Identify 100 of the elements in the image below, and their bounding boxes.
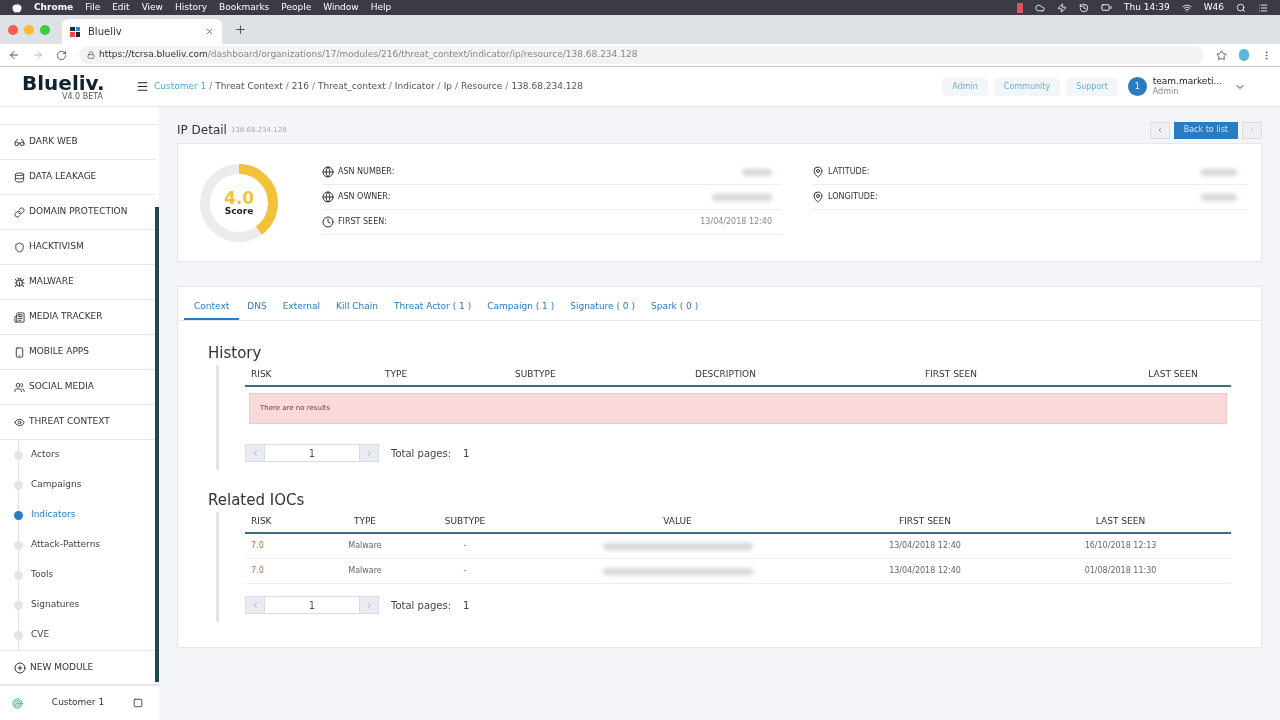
breadcrumb-item: Indicator <box>394 79 435 93</box>
menu-item[interactable]: File <box>85 0 101 15</box>
table-cell-text: 13/04/2018 12:40 <box>888 565 962 577</box>
breadcrumb-item: 216 <box>291 79 309 93</box>
blurred-value <box>742 168 772 176</box>
column-header: RISK <box>250 368 273 382</box>
smartphone-icon <box>14 346 25 358</box>
table-cell-text: 13/04/2018 12:40 <box>888 540 962 552</box>
field-label: FIRST SEEN: <box>338 216 388 228</box>
detail-tab[interactable]: DNS <box>239 296 275 320</box>
globe-icon <box>322 166 334 178</box>
detail-tab[interactable]: External <box>274 296 328 320</box>
score-value: 4.0 <box>223 190 255 207</box>
page-title: IP Detail <box>177 122 227 139</box>
column-header: FIRST SEEN <box>925 368 978 382</box>
bookmark-star-icon[interactable] <box>1216 49 1227 61</box>
page-field[interactable]: 1 <box>265 596 359 614</box>
sidebar-module-item[interactable]: DARK WEB <box>0 125 155 160</box>
table-cell-text: - <box>462 540 468 552</box>
menu-item[interactable]: Help <box>370 0 392 15</box>
new-tab-icon[interactable] <box>234 23 247 36</box>
apple-icon[interactable] <box>12 2 22 13</box>
clock-icon[interactable] <box>1078 2 1089 13</box>
sidebar-sub-item[interactable]: Actors <box>31 448 60 462</box>
menu-item[interactable]: Window <box>323 0 359 15</box>
menu-item[interactable]: Bookmarks <box>219 0 270 15</box>
field-label: ASN OWNER: <box>338 191 392 203</box>
reload-icon[interactable] <box>56 49 67 61</box>
detail-tab[interactable]: Spark ( 0 ) <box>642 296 707 320</box>
back-icon[interactable] <box>8 49 20 61</box>
menu-icon[interactable] <box>136 80 149 93</box>
breadcrumb-item: Ip <box>443 79 452 93</box>
sidebar-sub-item[interactable]: Attack-Patterns <box>31 538 101 552</box>
clock-icon <box>322 216 334 228</box>
sidebar-module-item[interactable]: HACKTIVISM <box>0 230 155 265</box>
menu-item[interactable]: History <box>175 0 207 15</box>
cloud-icon[interactable] <box>1034 2 1045 13</box>
battery-icon[interactable] <box>1100 2 1112 13</box>
detail-tab[interactable]: Kill Chain <box>328 296 386 320</box>
user-avatar[interactable]: 1 <box>1127 77 1147 96</box>
wifi-icon[interactable] <box>1181 2 1192 13</box>
new-module-item[interactable]: NEW MODULE <box>0 650 159 685</box>
blurred-value <box>1201 193 1237 201</box>
column-header: FIRST SEEN <box>898 515 952 529</box>
address-bar[interactable]: https://tcrsa.blueliv.com/dashboard/organizations/17/modules/216/threat_context/indicator/ip/resource/138.68.234.128 <box>79 46 1204 64</box>
customer-selector[interactable]: Customer 1 <box>23 696 133 710</box>
sidebar-module-item[interactable]: THREAT CONTEXT <box>0 405 155 440</box>
field-value: 13/04/2018 12:40 <box>700 216 772 228</box>
menu-item[interactable]: People <box>281 0 312 15</box>
menu-item[interactable]: View <box>141 0 163 15</box>
sidebar-module-item[interactable]: DOMAIN PROTECTION <box>0 195 155 230</box>
menu-clock[interactable]: Thu 14:39 <box>1123 0 1170 15</box>
breadcrumb-separator: / <box>285 79 289 93</box>
sidebar-sub-item[interactable]: Campaigns <box>31 478 82 492</box>
list-icon[interactable] <box>1258 2 1268 13</box>
logo[interactable]: Blueliv. <box>22 72 150 93</box>
sidebar-module-item[interactable]: SOCIAL MEDIA <box>0 370 155 405</box>
browser-tab[interactable]: Blueliv <box>62 19 222 44</box>
extension-icon[interactable] <box>1239 49 1249 61</box>
chevron-right-icon <box>1248 126 1256 134</box>
detail-tab[interactable]: Signature ( 0 ) <box>562 296 643 320</box>
sidebar-module-item[interactable]: MOBILE APPS <box>0 335 155 370</box>
risk-cell-text: 7.0 <box>250 540 265 552</box>
globe-icon <box>322 191 334 203</box>
location-pin-icon <box>812 191 824 203</box>
bug-icon <box>14 276 25 288</box>
sidebar-module-item[interactable]: DATA LEAKAGE <box>0 160 155 195</box>
sidebar-sub-item[interactable]: Tools <box>31 568 54 582</box>
sidebar-sub-item[interactable]: Signatures <box>31 598 80 612</box>
add-icon <box>14 661 26 674</box>
breadcrumb-item: Threat_context <box>318 79 386 93</box>
link-icon <box>14 206 25 218</box>
detail-tab[interactable]: Campaign ( 1 ) <box>479 296 563 320</box>
sidebar-sub-item[interactable]: Indicators <box>31 508 76 522</box>
detail-tab[interactable]: Context <box>184 296 240 320</box>
detail-tab[interactable]: Threat Actor ( 1 ) <box>386 296 480 320</box>
search-icon[interactable] <box>1236 2 1246 13</box>
total-pages-count: 1 <box>463 446 470 461</box>
column-header: VALUE <box>662 515 693 529</box>
menu-item[interactable]: Edit <box>112 0 130 15</box>
eye-icon <box>14 416 25 428</box>
section-title: History <box>208 344 262 362</box>
expand-icon[interactable] <box>133 698 143 708</box>
location-pin-icon <box>812 166 824 178</box>
scrollbar-thumb[interactable] <box>155 207 159 682</box>
page-field[interactable]: 1 <box>265 444 359 462</box>
menu-app-name[interactable]: Chrome <box>34 0 74 15</box>
user-role: Admin <box>1152 87 1180 98</box>
week-number[interactable]: W46 <box>1203 0 1224 15</box>
back-to-list-button[interactable]: Back to list <box>1173 121 1238 139</box>
status-indicator-icon[interactable] <box>1016 2 1023 13</box>
sidebar-module-item[interactable]: MALWARE <box>0 265 155 300</box>
lightning-icon[interactable] <box>1056 2 1067 13</box>
close-tab-icon[interactable] <box>205 27 214 36</box>
sidebar-sub-item[interactable]: CVE <box>31 628 50 642</box>
sidebar-module-item[interactable]: MEDIA TRACKER <box>0 300 155 335</box>
column-header: LAST SEEN <box>1147 368 1199 382</box>
blurred-value <box>712 193 772 201</box>
column-header: SUBTYPE <box>443 515 487 529</box>
breadcrumb-separator: / <box>437 79 441 93</box>
